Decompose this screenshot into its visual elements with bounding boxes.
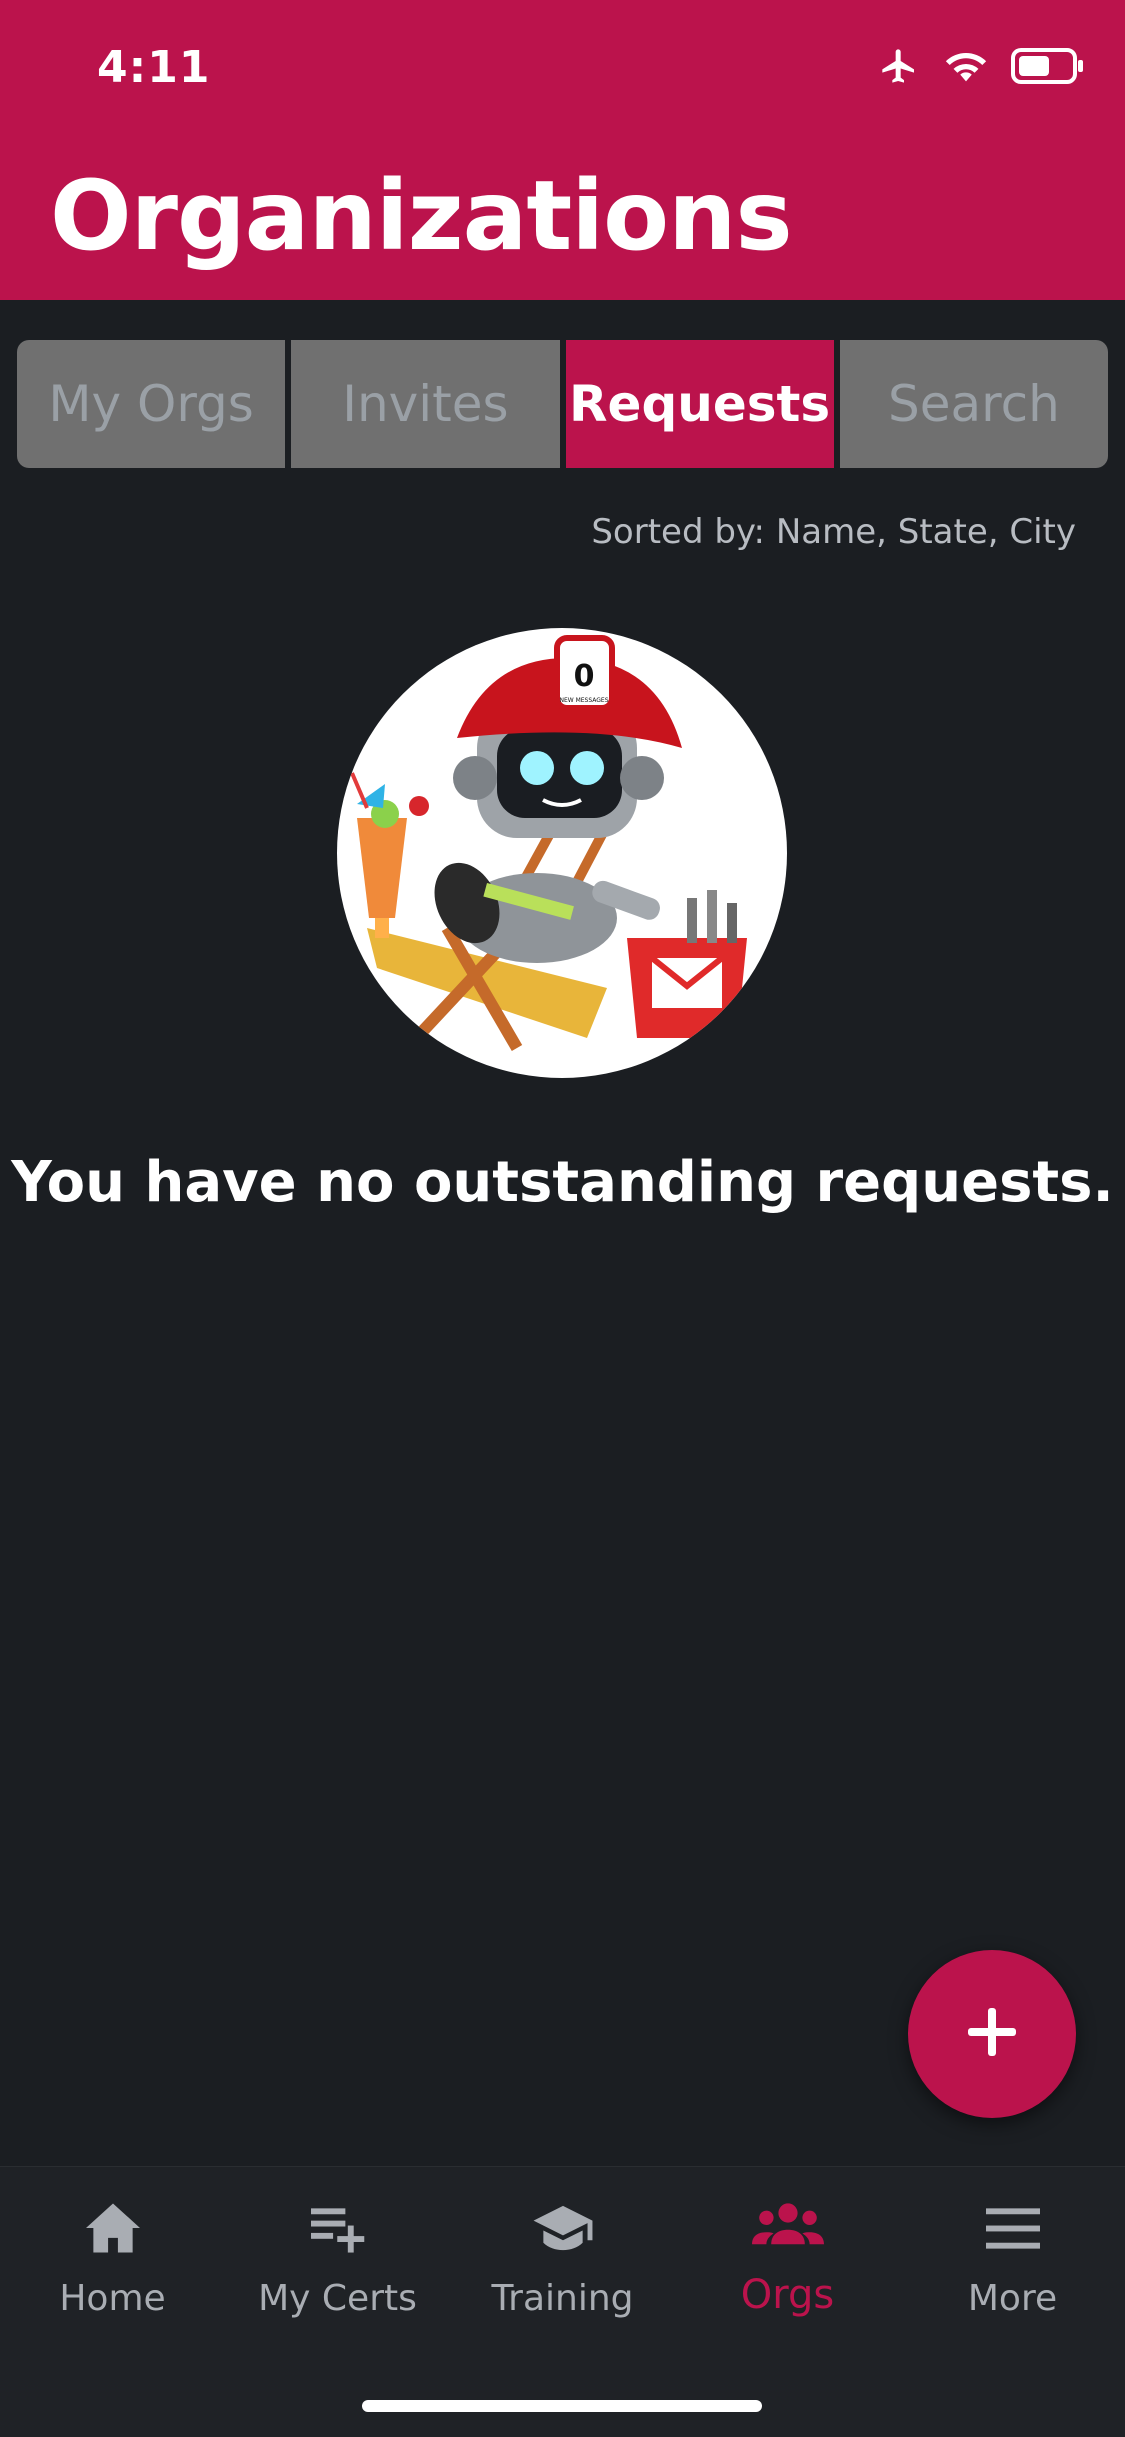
segmented-tabs: My Orgs Invites Requests Search	[17, 340, 1108, 468]
nav-training[interactable]: Training	[450, 2167, 675, 2357]
helmet-badge-caption: NEW MESSAGES	[559, 697, 608, 704]
tab-my-orgs[interactable]: My Orgs	[17, 340, 286, 468]
nav-my-certs[interactable]: My Certs	[225, 2167, 450, 2357]
tab-invites[interactable]: Invites	[291, 340, 560, 468]
bottom-navigation: Home My Certs Training Orgs More	[0, 2166, 1125, 2437]
airplane-icon	[877, 46, 921, 90]
nav-orgs[interactable]: Orgs	[675, 2167, 900, 2357]
nav-training-label: Training	[491, 2278, 634, 2319]
graduation-cap-icon	[531, 2201, 595, 2264]
playlist-add-icon	[308, 2201, 368, 2264]
nav-orgs-label: Orgs	[740, 2272, 835, 2318]
app-header: 4:11 Organizations	[0, 0, 1125, 300]
sort-label: Sorted by: Name, State, City	[591, 512, 1076, 552]
home-indicator	[362, 2400, 762, 2412]
status-icons	[877, 46, 1085, 90]
plus-icon	[964, 2004, 1020, 2064]
nav-my-certs-label: My Certs	[258, 2278, 417, 2319]
helmet-badge-number: 0	[574, 659, 595, 694]
nav-more-label: More	[967, 2278, 1058, 2319]
nav-home-label: Home	[59, 2278, 166, 2319]
people-icon	[751, 2201, 824, 2258]
nav-more[interactable]: More	[900, 2167, 1125, 2357]
empty-state-message: You have no outstanding requests.	[11, 1150, 1114, 1215]
tab-requests[interactable]: Requests	[565, 340, 834, 468]
menu-icon	[983, 2201, 1043, 2264]
nav-home[interactable]: Home	[0, 2167, 225, 2357]
battery-icon	[1011, 48, 1085, 88]
status-time: 4:11	[97, 42, 211, 93]
home-icon	[83, 2201, 143, 2264]
add-button[interactable]	[908, 1950, 1076, 2118]
mascot-image: 0 NEW MESSAGES	[337, 628, 787, 1078]
tab-search[interactable]: Search	[839, 340, 1108, 468]
wifi-icon	[943, 48, 989, 88]
page-title: Organizations	[50, 160, 793, 272]
